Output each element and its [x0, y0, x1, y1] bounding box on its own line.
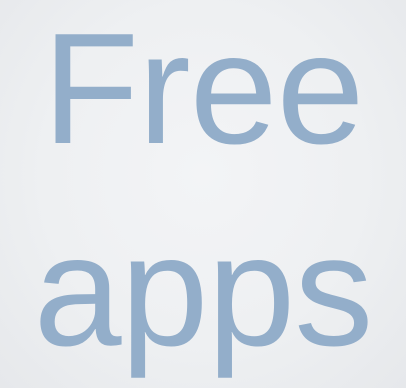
title-line-apps: apps: [33, 203, 374, 379]
slide: Free apps: [0, 0, 406, 388]
title-line-free: Free: [42, 1, 365, 177]
